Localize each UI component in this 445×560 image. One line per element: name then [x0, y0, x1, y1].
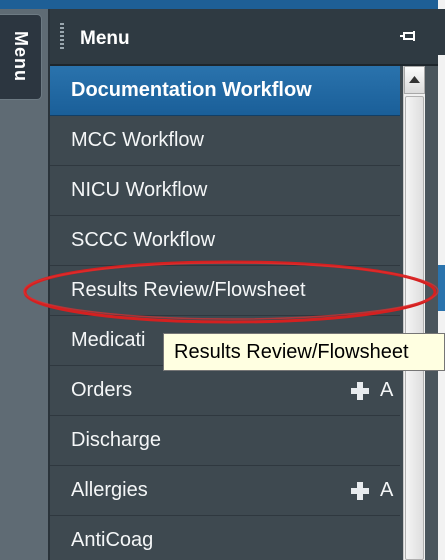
menu-item-label: Allergies — [71, 479, 148, 501]
menu-item-label: SCCC Workflow — [71, 229, 216, 251]
menu-side-tab-label: Menu — [11, 31, 31, 82]
chevron-up-icon — [409, 76, 420, 83]
menu-item-documentation-workflow[interactable]: Documentation Workflow — [50, 66, 400, 116]
menu-item-label: Documentation Workflow — [71, 79, 312, 101]
add-plus-icon[interactable] — [350, 481, 370, 501]
add-allergy-label[interactable]: A — [380, 479, 393, 502]
menu-item-label: MCC Workflow — [71, 129, 204, 151]
menu-item-sccc-workflow[interactable]: SCCC Workflow — [50, 216, 400, 266]
add-order-label[interactable]: A — [380, 379, 393, 402]
menu-item-allergies[interactable]: Allergies A — [50, 466, 400, 516]
background-window-highlight — [438, 265, 445, 311]
menu-item-nicu-workflow[interactable]: NICU Workflow — [50, 166, 400, 216]
left-gutter — [0, 100, 48, 560]
menu-panel-header: Menu — [50, 9, 438, 66]
top-window-strip — [0, 0, 445, 9]
menu-panel-title: Menu — [80, 28, 130, 49]
vertical-scrollbar[interactable] — [403, 66, 425, 560]
menu-item-mcc-workflow[interactable]: MCC Workflow — [50, 116, 400, 166]
scroll-thumb[interactable] — [405, 96, 424, 560]
menu-item-label: Results Review/Flowsheet — [71, 279, 306, 301]
tooltip: Results Review/Flowsheet — [163, 333, 445, 371]
menu-list: Documentation Workflow MCC Workflow NICU… — [50, 66, 400, 560]
menu-item-anticoag[interactable]: AntiCoag — [50, 516, 400, 560]
panel-right-edge — [425, 66, 438, 560]
menu-side-tab[interactable]: Menu — [0, 14, 42, 100]
menu-item-results-review-flowsheet[interactable]: Results Review/Flowsheet — [50, 266, 400, 316]
pin-icon[interactable] — [398, 28, 418, 46]
menu-item-label: AntiCoag — [71, 529, 154, 551]
add-plus-icon[interactable] — [350, 381, 370, 401]
menu-panel: Menu Documentation Workflow MCC Workflow… — [48, 9, 438, 560]
menu-item-label: Discharge — [71, 429, 162, 451]
drag-grip-icon[interactable] — [60, 23, 64, 51]
menu-item-label: NICU Workflow — [71, 179, 208, 201]
menu-item-label: Orders — [71, 379, 133, 401]
background-window-header — [438, 9, 445, 55]
menu-item-orders[interactable]: Orders A — [50, 366, 400, 416]
menu-item-discharge[interactable]: Discharge — [50, 416, 400, 466]
menu-item-label: Medicati — [71, 329, 146, 351]
scroll-up-button[interactable] — [404, 66, 425, 94]
background-window — [438, 0, 445, 560]
